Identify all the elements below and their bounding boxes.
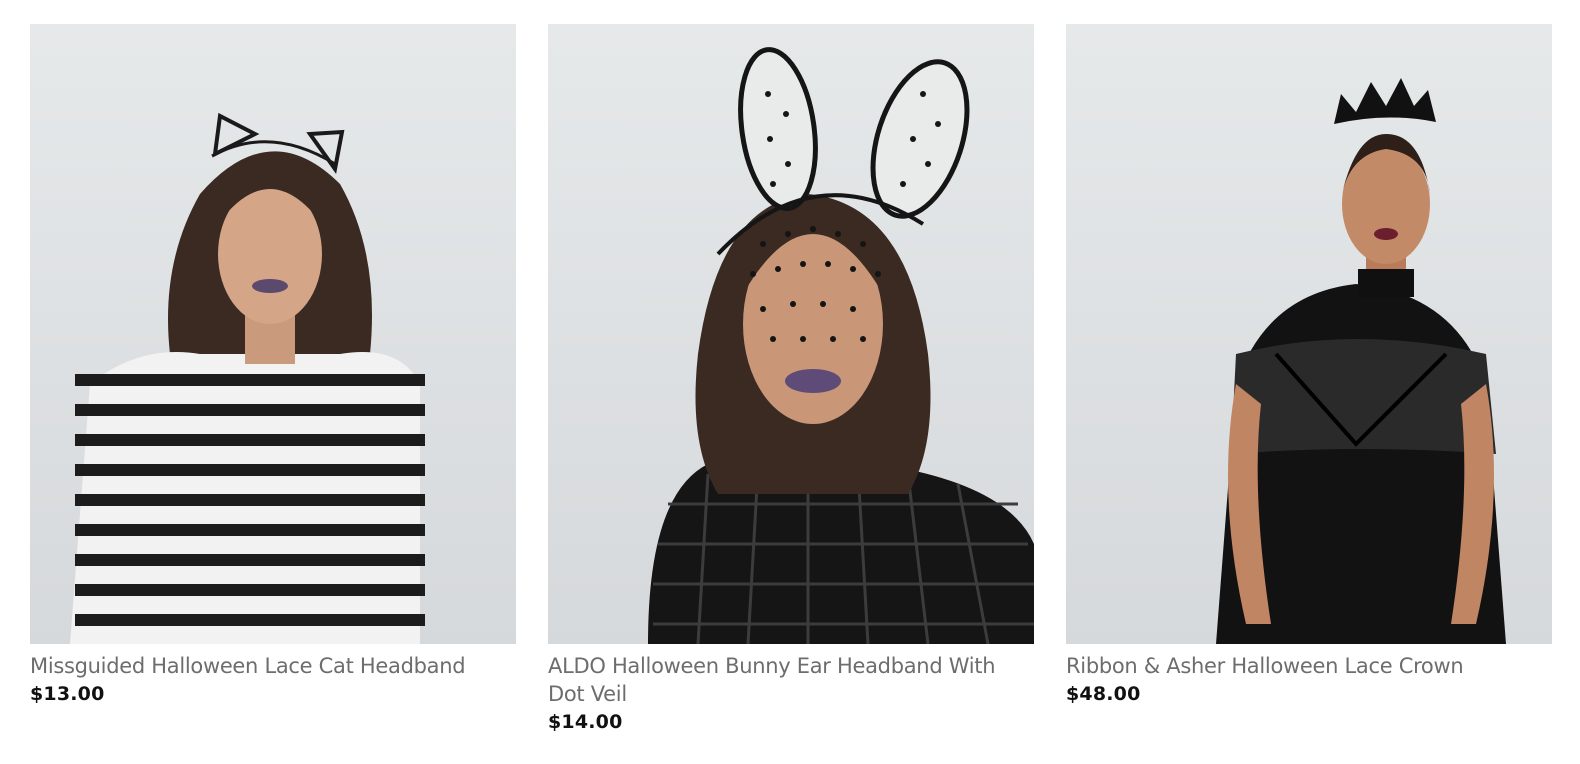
product-price: $13.00 <box>30 683 105 705</box>
product-card[interactable]: Missguided Halloween Lace Cat Headband $… <box>30 24 516 736</box>
product-image[interactable] <box>1066 24 1552 644</box>
product-name[interactable]: Ribbon & Asher Halloween Lace Crown <box>1066 652 1552 680</box>
product-image[interactable] <box>30 24 516 644</box>
product-card[interactable]: Ribbon & Asher Halloween Lace Crown $48.… <box>1066 24 1552 736</box>
product-photo-lace-crown <box>1216 78 1506 644</box>
product-image[interactable] <box>548 24 1034 644</box>
product-grid: Missguided Halloween Lace Cat Headband $… <box>30 24 1552 736</box>
product-price: $14.00 <box>548 711 623 733</box>
product-name[interactable]: ALDO Halloween Bunny Ear Headband With D… <box>548 652 1034 708</box>
product-photo-bunny-headband <box>648 47 1034 644</box>
product-card[interactable]: ALDO Halloween Bunny Ear Headband With D… <box>548 24 1034 736</box>
product-photo-cat-headband <box>70 112 425 644</box>
product-price: $48.00 <box>1066 683 1141 705</box>
product-name[interactable]: Missguided Halloween Lace Cat Headband <box>30 652 516 680</box>
